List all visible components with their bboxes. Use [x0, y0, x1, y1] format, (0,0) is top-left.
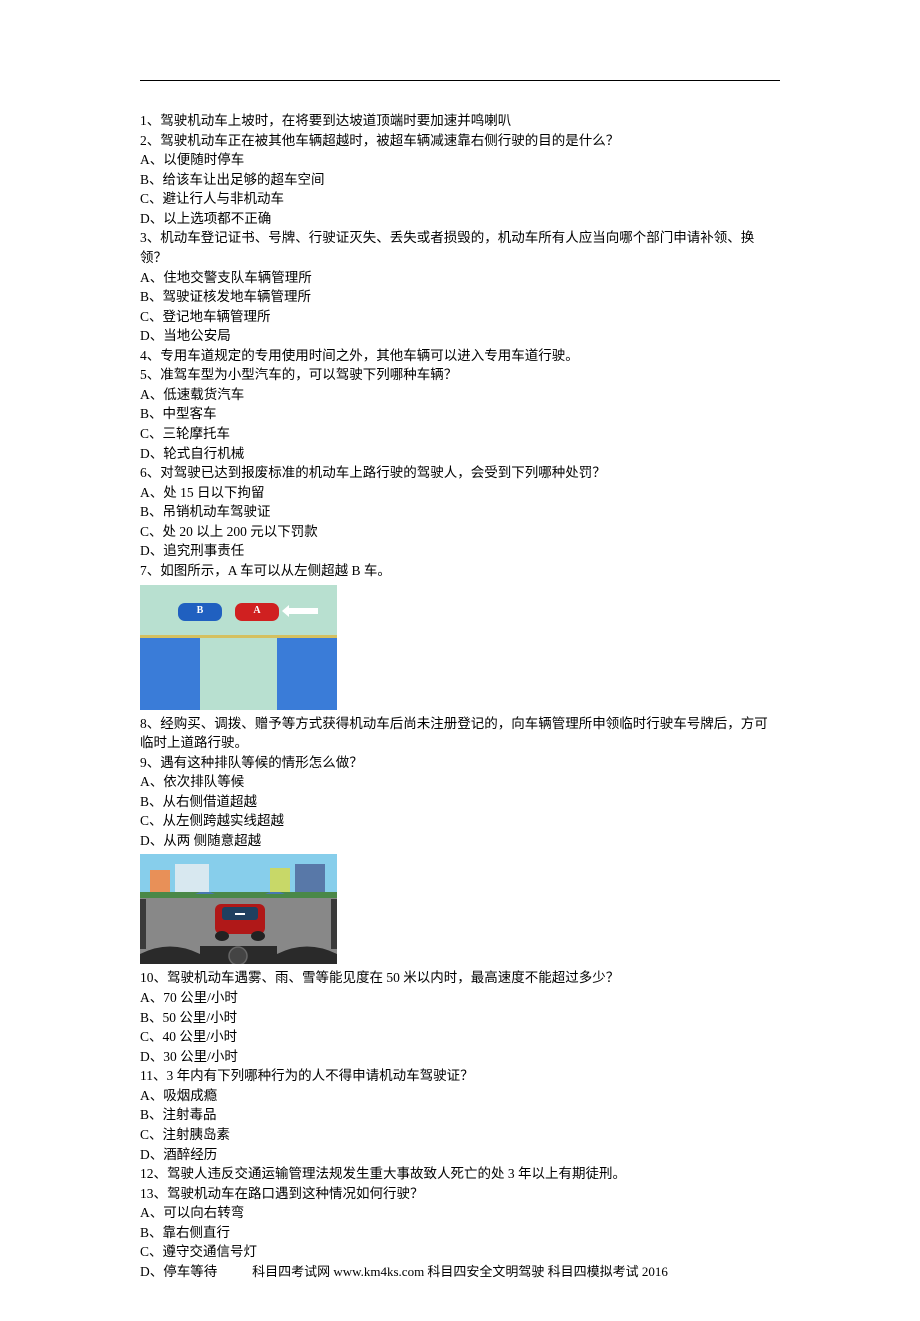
q-num: 13 [140, 1186, 154, 1201]
question-8: 8、经购买、调拨、赠予等方式获得机动车后尚未注册登记的，向车辆管理所申领临时行驶… [140, 714, 780, 753]
page-container: 1、驾驶机动车上坡时，在将要到达坡道顶端时要加速并鸣喇叭 2、驾驶机动车正在被其… [0, 0, 920, 1321]
q-num: 3 [140, 230, 147, 245]
page-footer: 科目四考试网 www.km4ks.com 科目四安全文明驾驶 科目四模拟考试 2… [0, 1262, 920, 1282]
question-7: 7、如图所示，A 车可以从左侧超越 B 车。 [140, 561, 780, 581]
q-text: 机动车登记证书、号牌、行驶证灭失、丢失或者损毁的，机动车所有人应当向哪个部门申请… [140, 230, 754, 265]
q-num: 4 [140, 348, 147, 363]
question-11: 11、3 年内有下列哪种行为的人不得申请机动车驾驶证？ [140, 1066, 780, 1086]
q-text: 3 年内有下列哪种行为的人不得申请机动车驾驶证？ [167, 1068, 474, 1083]
q-num: 9 [140, 755, 147, 770]
option: B、注射毒品 [140, 1105, 780, 1125]
question-13: 13、驾驶机动车在路口遇到这种情况如何行驶？ [140, 1184, 780, 1204]
q-num: 11 [140, 1068, 153, 1083]
option: A、依次排队等候 [140, 772, 780, 792]
q-text: 驾驶机动车遇雾、雨、雪等能见度在 50 米以内时，最高速度不能超过多少？ [167, 970, 619, 985]
question-9: 9、遇有这种排队等候的情形怎么做？ [140, 753, 780, 773]
option: B、靠右侧直行 [140, 1223, 780, 1243]
option: D、酒醉经历 [140, 1145, 780, 1165]
option: D、30 公里/小时 [140, 1047, 780, 1067]
option: D、当地公安局 [140, 326, 780, 346]
option: B、中型客车 [140, 404, 780, 424]
diagram-q7: B A [140, 585, 337, 710]
question-3: 3、机动车登记证书、号牌、行驶证灭失、丢失或者损毁的，机动车所有人应当向哪个部门… [140, 228, 780, 267]
q-text: 驾驶机动车正在被其他车辆超越时，被超车辆减速靠右侧行驶的目的是什么？ [160, 133, 619, 148]
q-num: 8 [140, 716, 147, 731]
q-text: 驾驶人违反交通运输管理法规发生重大事故致人死亡的处 3 年以上有期徒刑。 [167, 1166, 626, 1181]
question-6: 6、对驾驶已达到报废标准的机动车上路行驶的驾驶人，会受到下列哪种处罚？ [140, 463, 780, 483]
q-num: 12 [140, 1166, 154, 1181]
q-text: 准驾车型为小型汽车的，可以驾驶下列哪种车辆？ [160, 367, 457, 382]
option: A、可以向右转弯 [140, 1203, 780, 1223]
question-12: 12、驾驶人违反交通运输管理法规发生重大事故致人死亡的处 3 年以上有期徒刑。 [140, 1164, 780, 1184]
option: B、吊销机动车驾驶证 [140, 502, 780, 522]
car-a-icon: A [235, 603, 279, 621]
option: C、三轮摩托车 [140, 424, 780, 444]
q-text: 驾驶机动车上坡时，在将要到达坡道顶端时要加速并鸣喇叭 [160, 113, 511, 128]
option: A、处 15 日以下拘留 [140, 483, 780, 503]
option: C、登记地车辆管理所 [140, 307, 780, 327]
q-num: 10 [140, 970, 154, 985]
option: C、从左侧跨越实线超越 [140, 811, 780, 831]
content-area: 1、驾驶机动车上坡时，在将要到达坡道顶端时要加速并鸣喇叭 2、驾驶机动车正在被其… [140, 111, 780, 1281]
option: A、70 公里/小时 [140, 988, 780, 1008]
q-text: 经购买、调拨、赠予等方式获得机动车后尚未注册登记的，向车辆管理所申领临时行驶车号… [140, 716, 768, 751]
option: B、给该车让出足够的超车空间 [140, 170, 780, 190]
q-num: 2 [140, 133, 147, 148]
option: D、追究刑事责任 [140, 541, 780, 561]
question-5: 5、准驾车型为小型汽车的，可以驾驶下列哪种车辆？ [140, 365, 780, 385]
option: B、从右侧借道超越 [140, 792, 780, 812]
option: C、处 20 以上 200 元以下罚款 [140, 522, 780, 542]
question-4: 4、专用车道规定的专用使用时间之外，其他车辆可以进入专用车道行驶。 [140, 346, 780, 366]
option: A、低速载货汽车 [140, 385, 780, 405]
question-10: 10、驾驶机动车遇雾、雨、雪等能见度在 50 米以内时，最高速度不能超过多少？ [140, 968, 780, 988]
option: B、驾驶证核发地车辆管理所 [140, 287, 780, 307]
option: A、吸烟成瘾 [140, 1086, 780, 1106]
question-2: 2、驾驶机动车正在被其他车辆超越时，被超车辆减速靠右侧行驶的目的是什么？ [140, 131, 780, 151]
option: C、避让行人与非机动车 [140, 189, 780, 209]
option: A、以便随时停车 [140, 150, 780, 170]
arrow-left-icon [288, 608, 318, 614]
q-text: 对驾驶已达到报废标准的机动车上路行驶的驾驶人，会受到下列哪种处罚？ [160, 465, 606, 480]
q-text: 专用车道规定的专用使用时间之外，其他车辆可以进入专用车道行驶。 [160, 348, 579, 363]
diagram-q9 [140, 854, 337, 964]
question-1: 1、驾驶机动车上坡时，在将要到达坡道顶端时要加速并鸣喇叭 [140, 111, 780, 131]
q-num: 7 [140, 563, 147, 578]
header-line [140, 80, 780, 81]
q-text: 驾驶机动车在路口遇到这种情况如何行驶？ [167, 1186, 424, 1201]
option: D、从两 侧随意超越 [140, 831, 780, 851]
car-b-icon: B [178, 603, 222, 621]
option: C、遵守交通信号灯 [140, 1242, 780, 1262]
q-num: 5 [140, 367, 147, 382]
q-text: 遇有这种排队等候的情形怎么做？ [160, 755, 363, 770]
q-num: 1 [140, 113, 147, 128]
q-num: 6 [140, 465, 147, 480]
option: D、轮式自行机械 [140, 444, 780, 464]
option: B、50 公里/小时 [140, 1008, 780, 1028]
q-text: 如图所示，A 车可以从左侧超越 B 车。 [160, 563, 391, 578]
option: C、注射胰岛素 [140, 1125, 780, 1145]
option: C、40 公里/小时 [140, 1027, 780, 1047]
option: D、以上选项都不正确 [140, 209, 780, 229]
option: A、住地交警支队车辆管理所 [140, 268, 780, 288]
